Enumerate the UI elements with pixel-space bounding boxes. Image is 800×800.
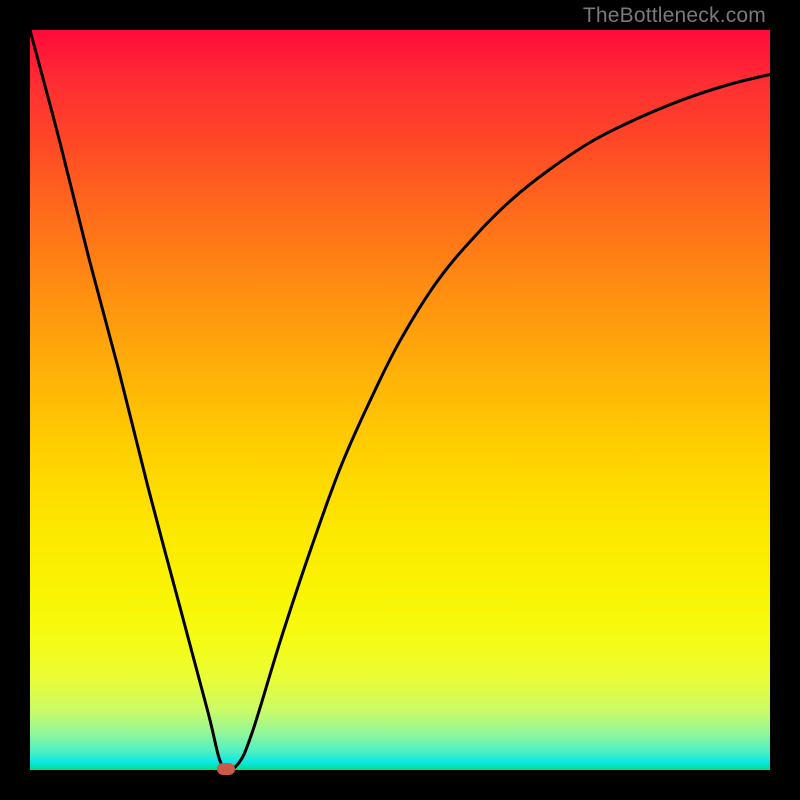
minimum-marker: [217, 763, 235, 775]
bottleneck-curve: [30, 30, 770, 770]
watermark-text: TheBottleneck.com: [583, 4, 766, 28]
chart-frame: [30, 30, 770, 770]
